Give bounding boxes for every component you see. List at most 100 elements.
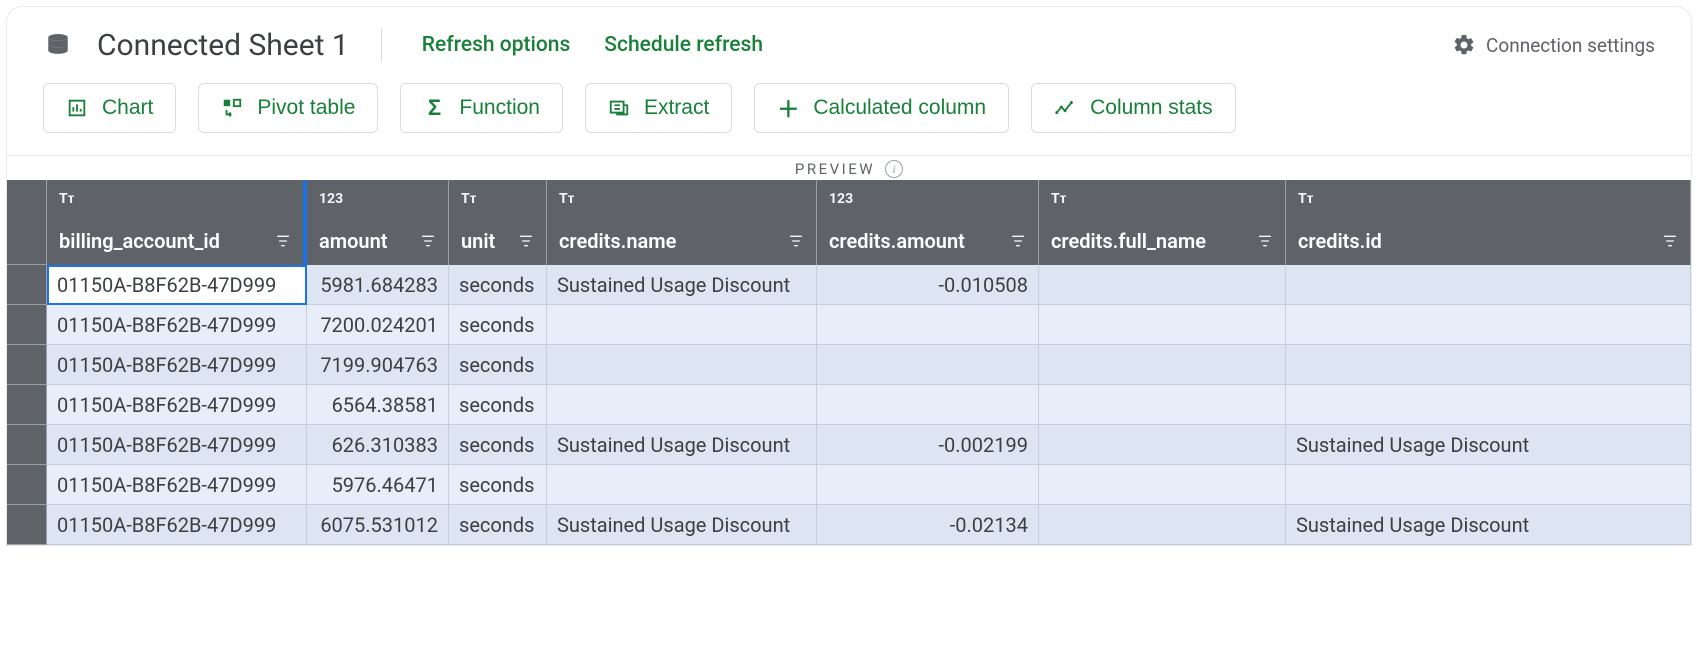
cell[interactable]: 01150A-B8F62B-47D999 (47, 425, 307, 465)
cell[interactable] (547, 465, 817, 505)
calculated-column-button[interactable]: ＋ Calculated column (754, 83, 1009, 133)
row-header[interactable] (7, 305, 47, 345)
cell[interactable] (1039, 385, 1286, 425)
cell[interactable]: seconds (449, 305, 547, 345)
refresh-options-link[interactable]: Refresh options (414, 27, 579, 63)
cell[interactable]: 01150A-B8F62B-47D999 (47, 265, 307, 305)
table-row: 01150A-B8F62B-47D9996075.531012secondsSu… (7, 505, 1691, 545)
cell[interactable]: 5981.684283 (307, 265, 449, 305)
row-header[interactable] (7, 345, 47, 385)
connection-settings-button[interactable]: Connection settings (1452, 33, 1655, 57)
row-header[interactable] (7, 505, 47, 545)
pivot-table-button[interactable]: Pivot table (198, 83, 378, 133)
filter-icon[interactable] (1257, 233, 1273, 249)
cell[interactable] (547, 385, 817, 425)
cell[interactable]: seconds (449, 385, 547, 425)
filter-icon[interactable] (1010, 233, 1026, 249)
cell[interactable]: seconds (449, 265, 547, 305)
cell[interactable]: 01150A-B8F62B-47D999 (47, 465, 307, 505)
pivot-label: Pivot table (257, 96, 355, 120)
cell[interactable] (817, 465, 1039, 505)
gear-icon (1452, 33, 1476, 57)
cell[interactable]: 01150A-B8F62B-47D999 (47, 505, 307, 545)
column-header-amount[interactable]: 123amount (307, 180, 449, 265)
cell[interactable] (817, 385, 1039, 425)
schedule-refresh-link[interactable]: Schedule refresh (596, 27, 771, 63)
function-button[interactable]: Σ Function (400, 83, 563, 133)
row-header[interactable] (7, 425, 47, 465)
cell[interactable] (1039, 465, 1286, 505)
table-row: 01150A-B8F62B-47D9996564.38581seconds (7, 385, 1691, 425)
column-header-billing_account_id[interactable]: Tᴛbilling_account_id (47, 180, 307, 265)
sheet-title: Connected Sheet 1 (97, 28, 349, 63)
row-header[interactable] (7, 265, 47, 305)
cell[interactable]: seconds (449, 505, 547, 545)
column-header-credits-amount[interactable]: 123credits.amount (817, 180, 1039, 265)
filter-icon[interactable] (275, 233, 291, 249)
cell[interactable] (1039, 265, 1286, 305)
grid-body: 01150A-B8F62B-47D9995981.684283secondsSu… (7, 265, 1691, 545)
column-header-unit[interactable]: Tᴛunit (449, 180, 547, 265)
cell[interactable]: 01150A-B8F62B-47D999 (47, 345, 307, 385)
chart-label: Chart (102, 96, 153, 120)
cell[interactable]: seconds (449, 425, 547, 465)
cell[interactable]: Sustained Usage Discount (547, 505, 817, 545)
chart-icon (66, 97, 88, 119)
column-header-credits-id[interactable]: Tᴛ credits.id (1286, 180, 1691, 265)
cell[interactable]: 6564.38581 (307, 385, 449, 425)
cell[interactable]: 626.310383 (307, 425, 449, 465)
column-stats-button[interactable]: Column stats (1031, 83, 1236, 133)
cell[interactable]: -0.002199 (817, 425, 1039, 465)
cell[interactable] (817, 345, 1039, 385)
cell[interactable]: Sustained Usage Discount (547, 265, 817, 305)
cell[interactable]: 01150A-B8F62B-47D999 (47, 385, 307, 425)
row-header[interactable] (7, 385, 47, 425)
column-name: credits.name (559, 229, 676, 253)
chart-button[interactable]: Chart (43, 83, 176, 133)
row-header[interactable] (7, 465, 47, 505)
preview-label: PREVIEW (795, 160, 875, 178)
column-header-credits-name[interactable]: Tᴛ credits.name (547, 180, 817, 265)
cell[interactable]: Sustained Usage Discount (1286, 425, 1691, 465)
cell[interactable]: seconds (449, 465, 547, 505)
cell[interactable]: seconds (449, 345, 547, 385)
cell[interactable]: Sustained Usage Discount (547, 425, 817, 465)
column-type-icon: Tᴛ (461, 190, 534, 207)
column-type-icon: Tᴛ (559, 190, 804, 207)
cell[interactable]: -0.010508 (817, 265, 1039, 305)
cell[interactable]: -0.02134 (817, 505, 1039, 545)
column-name: amount (319, 229, 388, 253)
cell[interactable]: 01150A-B8F62B-47D999 (47, 305, 307, 345)
column-type-icon: Tᴛ (1298, 190, 1678, 207)
cell[interactable]: 7200.024201 (307, 305, 449, 345)
cell[interactable] (1039, 305, 1286, 345)
cell[interactable]: 5976.46471 (307, 465, 449, 505)
cell[interactable] (547, 305, 817, 345)
table-row: 01150A-B8F62B-47D9997199.904763seconds (7, 345, 1691, 385)
table-row: 01150A-B8F62B-47D999626.310383secondsSus… (7, 425, 1691, 465)
cell[interactable] (1039, 345, 1286, 385)
cell[interactable] (1286, 345, 1691, 385)
corner-cell[interactable] (7, 180, 47, 265)
cell[interactable] (817, 305, 1039, 345)
filter-icon[interactable] (788, 233, 804, 249)
cell[interactable] (1286, 465, 1691, 505)
cell[interactable] (1039, 505, 1286, 545)
cell[interactable] (1286, 305, 1691, 345)
info-icon[interactable]: i (885, 160, 903, 178)
cell[interactable] (1286, 385, 1691, 425)
cell[interactable]: 6075.531012 (307, 505, 449, 545)
filter-icon[interactable] (1662, 233, 1678, 249)
cell[interactable] (1286, 265, 1691, 305)
filter-icon[interactable] (518, 233, 534, 249)
column-name: credits.id (1298, 229, 1382, 253)
cell[interactable]: 7199.904763 (307, 345, 449, 385)
filter-icon[interactable] (420, 233, 436, 249)
cell[interactable] (1039, 425, 1286, 465)
stats-icon (1054, 97, 1076, 119)
cell[interactable] (547, 345, 817, 385)
column-header-credits-full_name[interactable]: Tᴛcredits.full_name (1039, 180, 1286, 265)
data-grid: Tᴛbilling_account_id123amountTᴛunitTᴛcre… (7, 180, 1691, 545)
cell[interactable]: Sustained Usage Discount (1286, 505, 1691, 545)
extract-button[interactable]: Extract (585, 83, 732, 133)
